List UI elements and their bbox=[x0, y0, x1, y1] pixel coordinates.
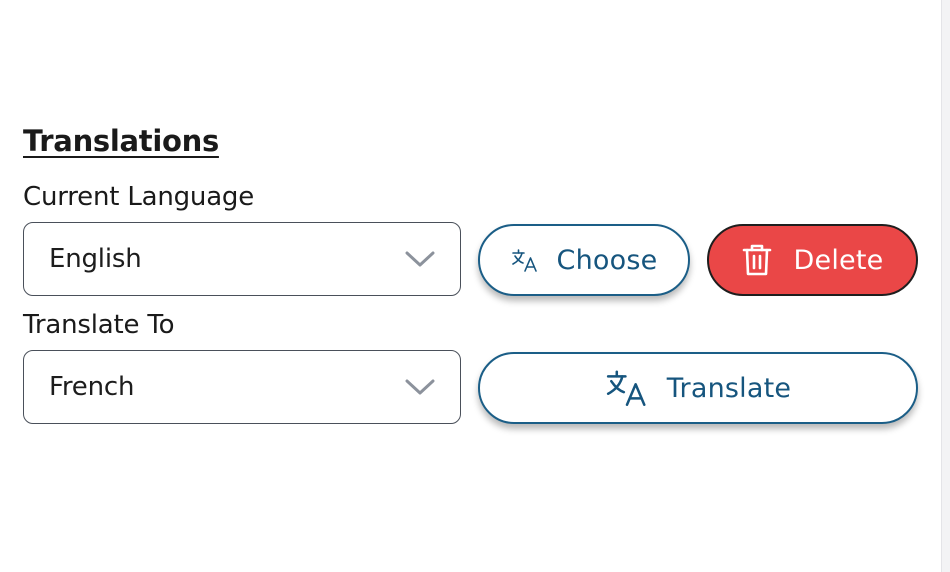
translate-to-label: Translate To bbox=[23, 310, 175, 340]
translate-button-label: Translate bbox=[666, 372, 792, 404]
translate-button[interactable]: Translate bbox=[478, 352, 918, 424]
chevron-down-icon bbox=[404, 377, 436, 397]
delete-button-label: Delete bbox=[793, 244, 884, 276]
scrollbar-track[interactable] bbox=[941, 0, 950, 572]
translate-icon bbox=[511, 249, 539, 273]
current-language-value: English bbox=[49, 244, 142, 274]
trash-icon bbox=[742, 243, 772, 277]
translate-icon bbox=[605, 370, 649, 408]
choose-button[interactable]: Choose bbox=[478, 224, 690, 296]
delete-button[interactable]: Delete bbox=[707, 224, 918, 296]
translate-to-select[interactable]: French bbox=[23, 350, 461, 424]
section-title: Translations bbox=[23, 124, 219, 158]
current-language-label: Current Language bbox=[23, 182, 255, 212]
choose-button-label: Choose bbox=[556, 244, 658, 276]
translations-panel: Translations Current Language English Ch… bbox=[0, 0, 950, 572]
chevron-down-icon bbox=[404, 249, 436, 269]
current-language-select[interactable]: English bbox=[23, 222, 461, 296]
translate-to-value: French bbox=[49, 372, 135, 402]
